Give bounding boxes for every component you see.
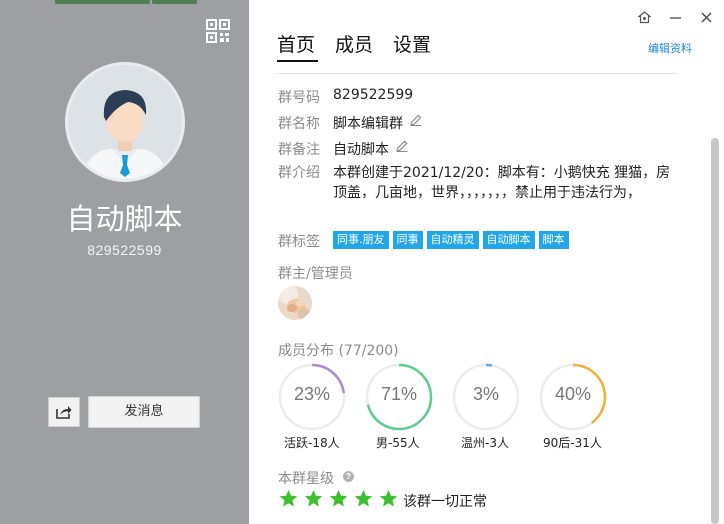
group-tags-label: 群标签 (278, 234, 320, 250)
tag-item[interactable]: 同事.朋友 (333, 231, 389, 249)
group-name-label: 群名称 (278, 116, 320, 132)
group-number-row: 群号码 829522599 (278, 87, 413, 107)
stat-caption: 温州-3人 (461, 436, 509, 450)
star-icon (354, 489, 373, 507)
scrollbar[interactable] (711, 138, 719, 524)
group-name-row: 群名称 脚本编辑群 (278, 113, 423, 133)
tab-settings[interactable]: 设置 (393, 30, 431, 60)
tab-bar: 首页 成员 设置 (277, 30, 451, 60)
share-button[interactable] (48, 397, 80, 427)
minimize-icon (670, 17, 681, 19)
stat-ring-region[interactable]: 3% (451, 362, 521, 432)
group-number-label: 群号码 (278, 90, 320, 106)
tag-list: 同事.朋友 同事 自动精灵 自动脚本 脚本 (333, 231, 573, 251)
skin-icon (638, 11, 651, 24)
group-name-title: 自动脚本 (66, 202, 183, 236)
stat-percent: 3% (472, 384, 499, 404)
stat-percent: 40% (554, 384, 592, 404)
group-remark-row: 群备注 自动脚本 (278, 139, 409, 159)
edit-profile-link[interactable]: 编辑资料 (648, 40, 692, 56)
stat-caption: 活跃-18人 (284, 436, 340, 450)
star-icon (379, 489, 398, 507)
stat-ring-male[interactable]: 71% (364, 362, 434, 432)
group-number-subtitle: 829522599 (87, 242, 162, 258)
close-icon (701, 12, 712, 23)
tab-members[interactable]: 成员 (335, 30, 373, 60)
tag-item[interactable]: 脚本 (538, 231, 569, 249)
group-intro-label: 群介绍 (278, 165, 320, 181)
tag-item[interactable]: 同事 (392, 231, 423, 249)
tab-home[interactable]: 首页 (277, 30, 315, 60)
group-intro-value: 本群创建于2021/12/20：脚本有：小鹅快充 狸猫，房顶盖，几亩地，世界，，… (333, 165, 671, 201)
group-remark-value: 自动脚本 (333, 142, 389, 158)
group-remark-label: 群备注 (278, 142, 320, 158)
star-icon (329, 489, 348, 507)
star-icon (279, 489, 298, 507)
stat-ring-age[interactable]: 40% (538, 362, 608, 432)
group-intro-row: 群介绍 本群创建于2021/12/20：脚本有：小鹅快充 狸猫，房顶盖，几亩地，… (278, 163, 673, 203)
top-strip (0, 0, 249, 5)
distribution-title: 成员分布 (77/200) (278, 343, 399, 359)
stat-percent: 23% (293, 384, 331, 404)
qr-code-icon[interactable] (206, 19, 230, 43)
stat-percent: 71% (380, 384, 418, 404)
rating-title: 本群星级 (278, 471, 334, 487)
stat-ring-active[interactable]: 23% (277, 362, 347, 432)
star-icon (304, 489, 323, 507)
admin-avatar[interactable] (278, 286, 312, 320)
window-controls (636, 10, 718, 28)
tag-item[interactable]: 自动脚本 (482, 231, 535, 249)
group-name-value: 脚本编辑群 (333, 116, 403, 132)
help-icon[interactable]: ? (343, 471, 354, 482)
group-tags-row: 群标签 同事.朋友 同事 自动精灵 自动脚本 脚本 (278, 231, 573, 251)
tag-item[interactable]: 自动精灵 (426, 231, 479, 249)
group-number-value: 829522599 (333, 87, 414, 103)
group-profile-panel: 自动脚本 829522599 发消息 (0, 0, 249, 524)
edit-remark-pencil-icon[interactable] (395, 139, 409, 159)
active-tab-indicator (277, 60, 318, 62)
header-divider (277, 73, 677, 74)
stat-caption: 90后-31人 (543, 436, 602, 450)
group-avatar[interactable] (65, 62, 185, 182)
edit-name-pencil-icon[interactable] (409, 113, 423, 133)
send-message-button[interactable]: 发消息 (88, 396, 200, 428)
stat-caption: 男-55人 (376, 436, 420, 450)
admins-title: 群主/管理员 (278, 266, 353, 282)
share-icon (56, 406, 72, 419)
star-rating (279, 489, 404, 508)
rating-status: 该群一切正常 (403, 494, 487, 510)
